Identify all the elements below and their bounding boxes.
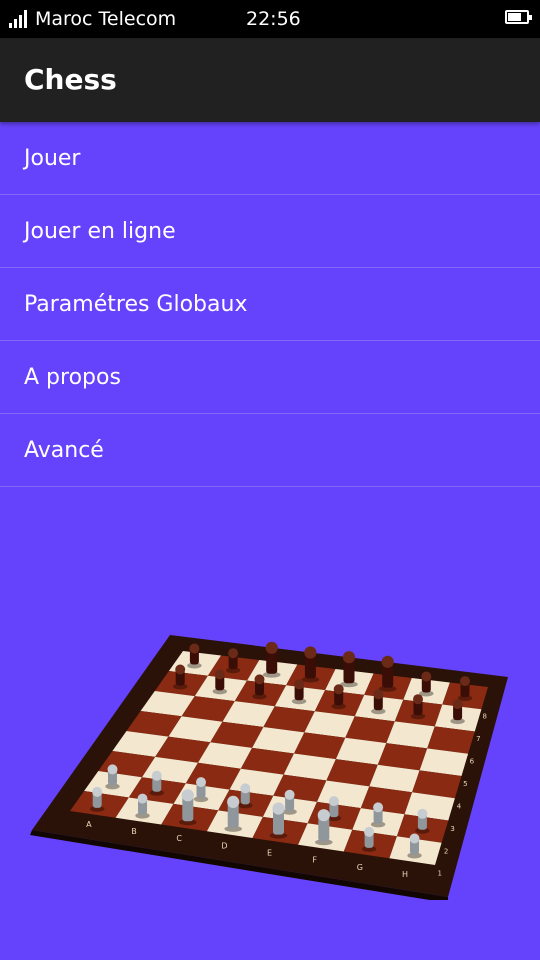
- board-rank-label: 3: [450, 825, 454, 833]
- board-file-label: E: [267, 849, 272, 858]
- board-file-label: C: [176, 834, 182, 843]
- board-file-label: F: [312, 856, 317, 865]
- menu-item-avance[interactable]: Avancé: [0, 414, 540, 487]
- carrier-name: Maroc Telecom: [35, 8, 177, 30]
- chess-piece-head: [196, 777, 206, 788]
- menu-item-label: Jouer en ligne: [24, 219, 176, 244]
- menu-item-parametres-globaux[interactable]: Paramétres Globaux: [0, 268, 540, 341]
- chess-piece-head: [381, 655, 394, 668]
- board-file-label: G: [357, 863, 363, 872]
- signal-icon: [9, 10, 31, 28]
- chess-piece-head: [421, 671, 432, 682]
- board-file-label: B: [131, 827, 137, 836]
- main-menu: Jouer Jouer en ligne Paramétres Globaux …: [0, 122, 540, 487]
- chess-piece-head: [373, 689, 384, 700]
- board-rank-label: 2: [444, 847, 448, 855]
- chess-piece-head: [107, 764, 118, 775]
- chessboard-image: A B C D E F G H 1 2 3 4 5 6 7 8: [30, 635, 508, 900]
- chess-piece-head: [228, 648, 239, 659]
- menu-item-jouer[interactable]: Jouer: [0, 122, 540, 195]
- chess-piece-head: [265, 641, 278, 654]
- chess-piece-head: [417, 808, 428, 819]
- chess-piece-head: [373, 802, 384, 813]
- menu-item-jouer-en-ligne[interactable]: Jouer en ligne: [0, 195, 540, 268]
- battery-icon: [505, 10, 532, 24]
- board-rank-label: 8: [482, 713, 486, 721]
- board-rank-label: 5: [463, 780, 467, 788]
- board-file-label: A: [86, 820, 92, 829]
- chess-piece-head: [137, 793, 148, 804]
- chess-piece-head: [254, 674, 265, 685]
- chess-piece-head: [92, 786, 103, 797]
- board-rank-label: 6: [470, 757, 475, 765]
- app-title: Chess: [24, 63, 117, 96]
- chess-piece-head: [284, 789, 295, 800]
- screen: Maroc Telecom 22:56 Chess Jouer Jouer en…: [0, 0, 540, 960]
- chess-piece-head: [214, 669, 225, 680]
- chess-piece-head: [333, 684, 344, 695]
- menu-item-a-propos[interactable]: A propos: [0, 341, 540, 414]
- menu-item-label: Avancé: [24, 438, 104, 463]
- chess-piece-head: [409, 833, 420, 844]
- status-clock: 22:56: [246, 8, 301, 30]
- app-bar: Chess: [0, 38, 540, 122]
- chess-piece-head: [151, 770, 162, 781]
- chess-piece-head: [413, 694, 423, 705]
- board-file-label: D: [221, 841, 227, 850]
- chess-piece-head: [460, 676, 470, 687]
- menu-item-label: Paramétres Globaux: [24, 292, 248, 317]
- board-file-label: H: [402, 870, 408, 879]
- board-rank-label: 1: [437, 870, 441, 878]
- status-bar: Maroc Telecom 22:56: [0, 0, 540, 38]
- chess-piece-head: [304, 646, 317, 659]
- chess-piece-head: [294, 679, 305, 690]
- menu-item-label: Jouer: [24, 146, 81, 171]
- chess-piece-head: [175, 664, 186, 675]
- battery-level: [508, 13, 521, 21]
- chess-piece-head: [181, 789, 194, 802]
- chess-piece-head: [227, 795, 240, 808]
- chess-piece-head: [272, 802, 285, 815]
- chess-piece-head: [189, 643, 200, 654]
- board-rank-label: 4: [457, 802, 462, 810]
- chess-piece-head: [452, 699, 463, 710]
- board-rank-label: 7: [476, 735, 480, 743]
- chess-piece-head: [317, 809, 330, 822]
- chess-piece-head: [240, 783, 251, 794]
- menu-item-label: A propos: [24, 365, 121, 390]
- chess-piece-head: [328, 796, 339, 807]
- chess-piece-head: [364, 826, 375, 837]
- chess-piece-head: [342, 651, 356, 664]
